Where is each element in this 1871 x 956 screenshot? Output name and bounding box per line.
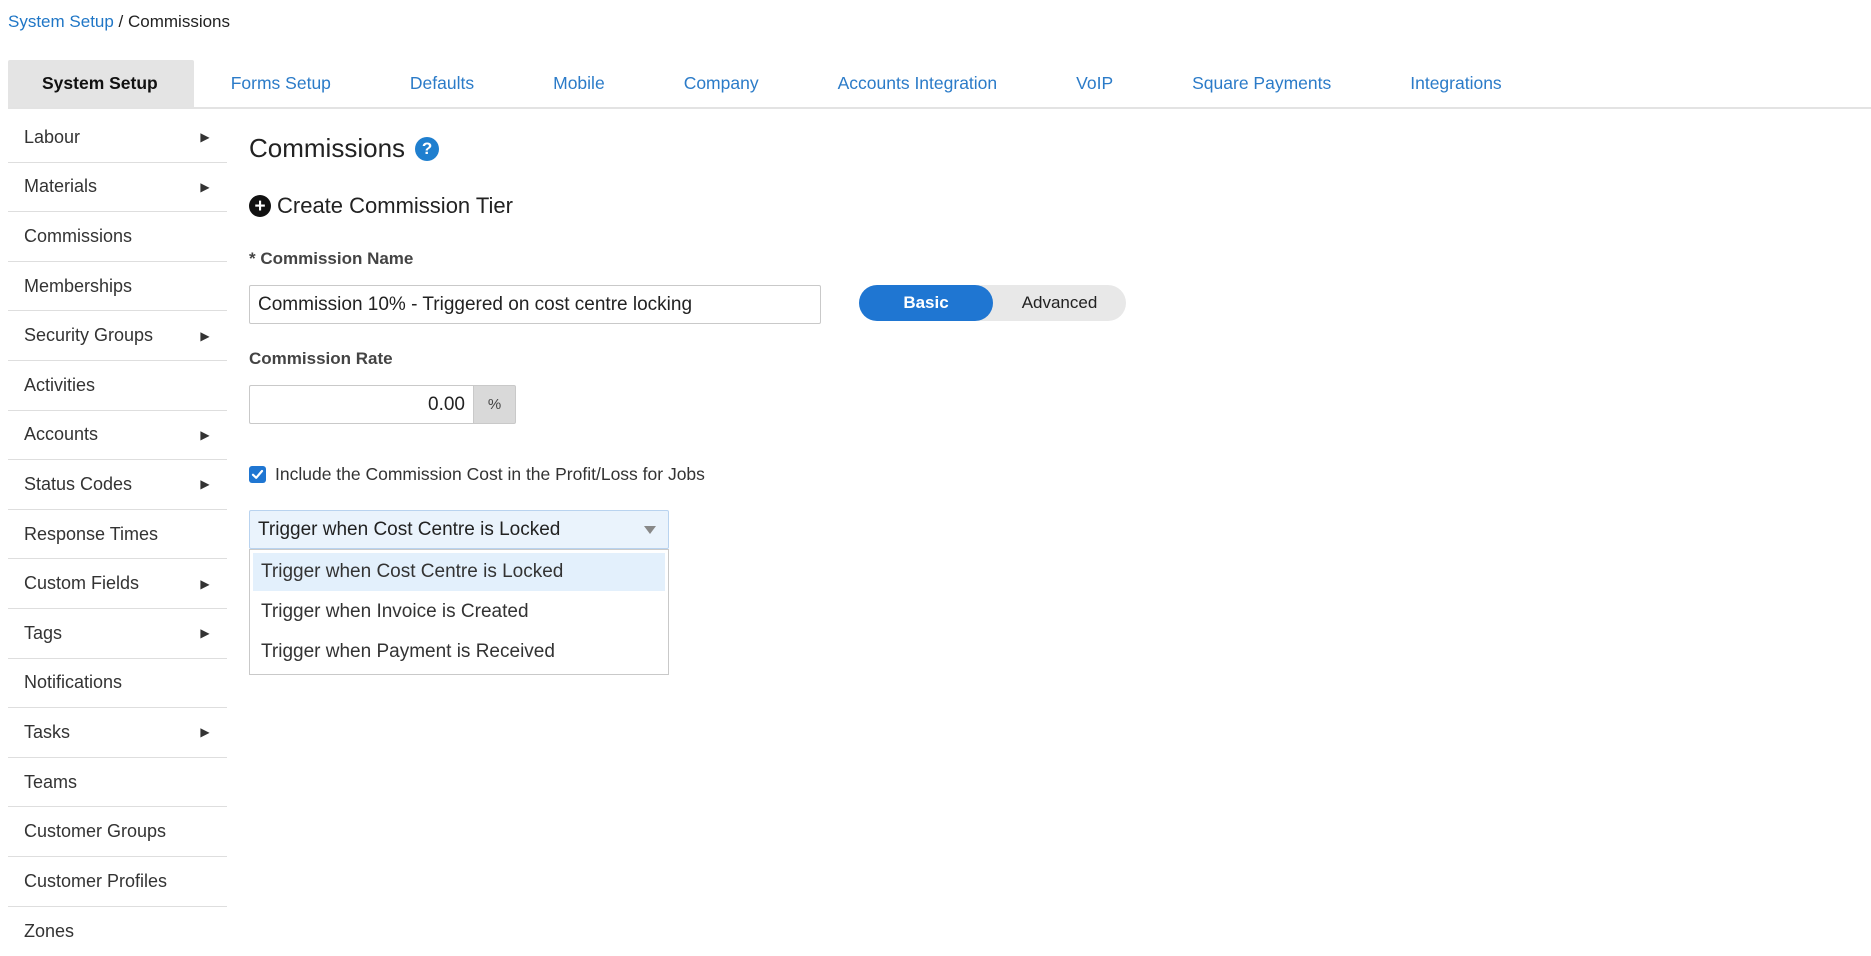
tab-accounts-integration[interactable]: Accounts Integration <box>838 60 998 107</box>
breadcrumb: System Setup / Commissions <box>8 12 230 32</box>
sidebar-item-label: Response Times <box>24 524 158 545</box>
sidebar-item-label: Activities <box>24 375 95 396</box>
submenu-arrow-icon: ▶ <box>199 428 211 442</box>
sidebar-item-label: Tags <box>24 623 62 644</box>
sidebar-item-response-times[interactable]: Response Times <box>8 510 227 560</box>
sidebar-item-commissions[interactable]: Commissions <box>8 212 227 262</box>
commission-name-input[interactable] <box>249 285 821 324</box>
sidebar-item-label: Zones <box>24 921 74 942</box>
sidebar-item-label: Tasks <box>24 722 70 743</box>
sidebar-item-materials[interactable]: Materials ▶ <box>8 163 227 213</box>
tab-square-payments[interactable]: Square Payments <box>1192 60 1331 107</box>
submenu-arrow-icon: ▶ <box>199 180 211 194</box>
sidebar-item-label: Customer Groups <box>24 821 166 842</box>
sidebar-item-label: Teams <box>24 772 77 793</box>
commission-rate-label: Commission Rate <box>249 349 393 369</box>
sidebar-item-label: Commissions <box>24 226 132 247</box>
tab-forms-setup[interactable]: Forms Setup <box>231 60 331 107</box>
sidebar-item-accounts[interactable]: Accounts ▶ <box>8 411 227 461</box>
sidebar-nav: Labour ▶ Materials ▶ Commissions Membershi… <box>8 113 227 956</box>
trigger-dropdown-list: Trigger when Cost Centre is Locked Trigg… <box>249 549 669 675</box>
plus-circle-icon: + <box>249 195 271 217</box>
sidebar-item-label: Status Codes <box>24 474 132 495</box>
commission-name-label: * Commission Name <box>249 249 413 269</box>
sidebar-item-label: Memberships <box>24 276 132 297</box>
top-tab-bar: System Setup Forms Setup Defaults Mobile… <box>8 60 1871 109</box>
sidebar-item-label: Customer Profiles <box>24 871 167 892</box>
tab-integrations[interactable]: Integrations <box>1410 60 1501 107</box>
breadcrumb-current: Commissions <box>128 12 230 31</box>
submenu-arrow-icon: ▶ <box>199 626 211 640</box>
percent-addon: % <box>473 385 516 424</box>
sidebar-item-label: Custom Fields <box>24 573 139 594</box>
tab-mobile[interactable]: Mobile <box>553 60 605 107</box>
sidebar-item-custom-fields[interactable]: Custom Fields ▶ <box>8 559 227 609</box>
sidebar-item-teams[interactable]: Teams <box>8 758 227 808</box>
trigger-option-cost-centre-locked[interactable]: Trigger when Cost Centre is Locked <box>253 553 665 591</box>
sidebar-item-label: Notifications <box>24 672 122 693</box>
sidebar-item-label: Labour <box>24 127 80 148</box>
page-title: Commissions <box>249 133 405 164</box>
checkmark-icon <box>251 468 264 481</box>
sidebar-item-security-groups[interactable]: Security Groups ▶ <box>8 311 227 361</box>
submenu-arrow-icon: ▶ <box>199 130 211 144</box>
submenu-arrow-icon: ▶ <box>199 725 211 739</box>
main-content: Commissions ? <box>249 133 439 164</box>
sidebar-item-activities[interactable]: Activities <box>8 361 227 411</box>
include-cost-label: Include the Commission Cost in the Profi… <box>275 464 705 485</box>
mode-toggle: Basic Advanced <box>859 285 1126 321</box>
sidebar-item-label: Materials <box>24 176 97 197</box>
sidebar-item-customer-groups[interactable]: Customer Groups <box>8 807 227 857</box>
submenu-arrow-icon: ▶ <box>199 477 211 491</box>
commission-rate-group: % <box>249 385 516 424</box>
include-cost-checkbox[interactable] <box>249 466 266 483</box>
commission-rate-input[interactable] <box>249 385 473 424</box>
submenu-arrow-icon: ▶ <box>199 577 211 591</box>
tab-company[interactable]: Company <box>684 60 759 107</box>
trigger-option-payment-received[interactable]: Trigger when Payment is Received <box>253 633 665 671</box>
include-cost-row: Include the Commission Cost in the Profi… <box>249 464 705 485</box>
create-commission-tier-label: Create Commission Tier <box>277 193 513 219</box>
sidebar-item-label: Security Groups <box>24 325 153 346</box>
tab-voip[interactable]: VoIP <box>1076 60 1113 107</box>
trigger-option-invoice-created[interactable]: Trigger when Invoice is Created <box>253 593 665 631</box>
mode-basic-button[interactable]: Basic <box>859 285 993 321</box>
submenu-arrow-icon: ▶ <box>199 329 211 343</box>
breadcrumb-link-system-setup[interactable]: System Setup <box>8 12 114 31</box>
tab-system-setup[interactable]: System Setup <box>8 60 194 107</box>
chevron-down-icon <box>644 526 656 534</box>
sidebar-item-tasks[interactable]: Tasks ▶ <box>8 708 227 758</box>
mode-advanced-button[interactable]: Advanced <box>993 285 1126 321</box>
sidebar-item-label: Accounts <box>24 424 98 445</box>
sidebar-item-zones[interactable]: Zones <box>8 907 227 956</box>
sidebar-item-notifications[interactable]: Notifications <box>8 659 227 709</box>
trigger-select-value: Trigger when Cost Centre is Locked <box>258 519 560 541</box>
sidebar-item-customer-profiles[interactable]: Customer Profiles <box>8 857 227 907</box>
sidebar-item-memberships[interactable]: Memberships <box>8 262 227 312</box>
trigger-select[interactable]: Trigger when Cost Centre is Locked <box>249 510 669 549</box>
sidebar-item-status-codes[interactable]: Status Codes ▶ <box>8 460 227 510</box>
page-title-row: Commissions ? <box>249 133 439 164</box>
help-icon[interactable]: ? <box>415 137 439 161</box>
create-commission-tier-button[interactable]: + Create Commission Tier <box>249 193 513 219</box>
sidebar-item-tags[interactable]: Tags ▶ <box>8 609 227 659</box>
tab-defaults[interactable]: Defaults <box>410 60 474 107</box>
breadcrumb-separator: / <box>114 12 128 31</box>
sidebar-item-labour[interactable]: Labour ▶ <box>8 113 227 163</box>
